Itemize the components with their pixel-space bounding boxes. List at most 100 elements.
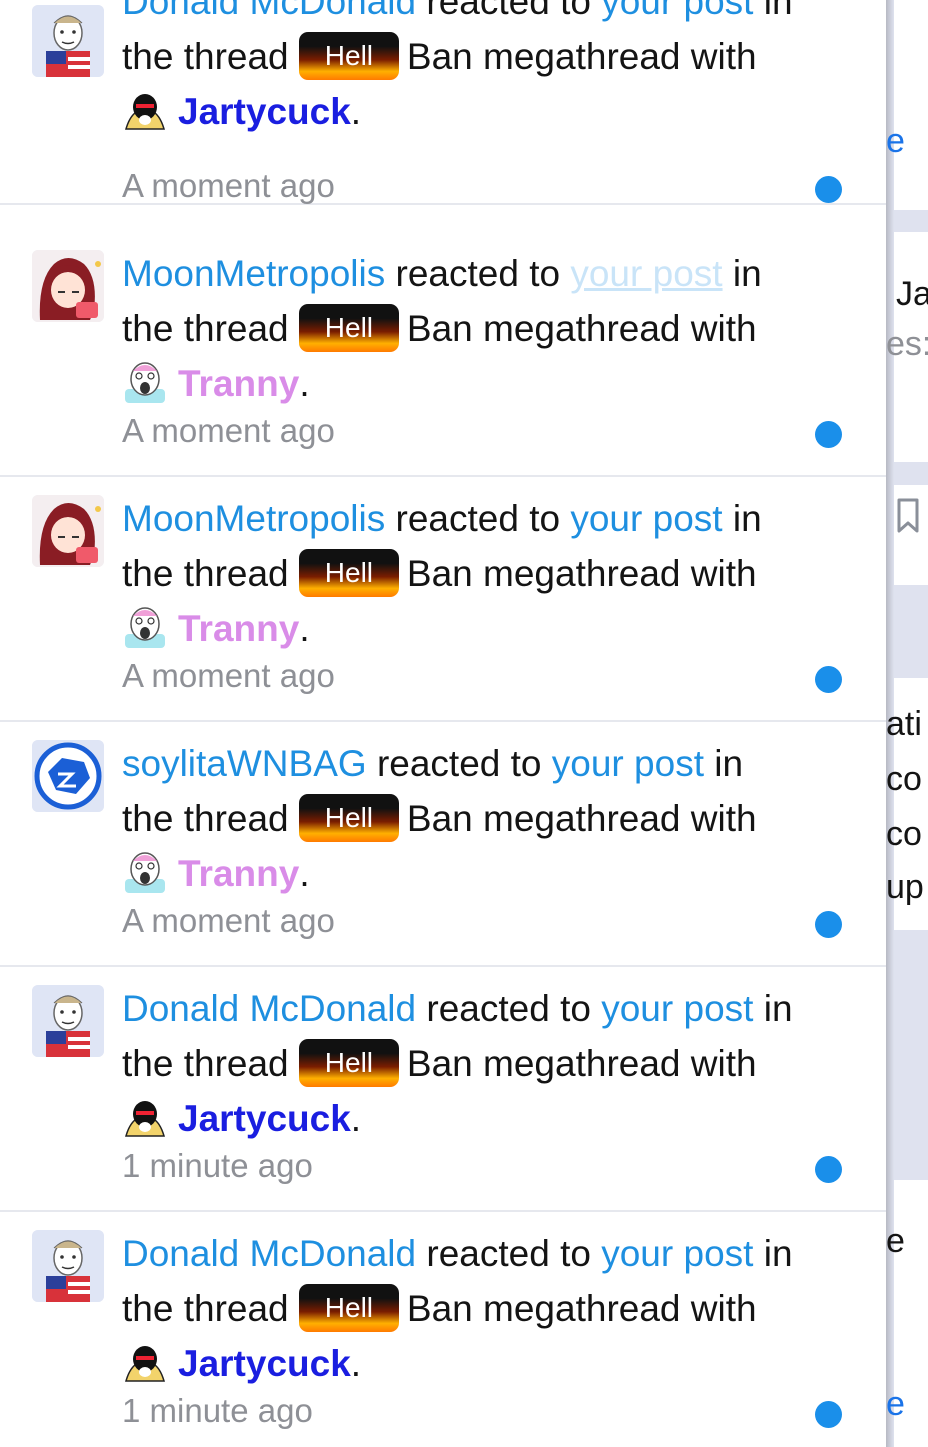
donald-avatar[interactable] (32, 985, 104, 1057)
username-link[interactable]: Donald McDonald (122, 988, 416, 1029)
reacted-text: reacted to (395, 498, 561, 539)
notification-item[interactable]: Donald McDonald reacted to your post in … (0, 967, 886, 1212)
notification-time: A moment ago (122, 412, 335, 449)
reacted-text: reacted to (426, 0, 591, 22)
username-link[interactable]: MoonMetropolis (122, 498, 385, 539)
username-link[interactable]: Donald McDonald (122, 1233, 416, 1274)
with-text: with (690, 798, 757, 839)
thread-prefix-hell[interactable]: Hell (298, 1284, 399, 1333)
thread-text: the thread (122, 798, 289, 839)
tranny-reaction-icon (125, 607, 165, 649)
unread-indicator-dot[interactable] (815, 421, 842, 448)
thread-text: the thread (122, 36, 289, 77)
unread-indicator-dot[interactable] (815, 911, 842, 938)
notification-text: soylitaWNBAG reacted to your post in the… (122, 736, 852, 901)
jartycuck-reaction-icon (125, 1346, 165, 1382)
notification-item[interactable]: Donald McDonald reacted to your post in … (0, 1212, 886, 1447)
in-text: in (732, 498, 762, 539)
with-text: with (690, 308, 757, 349)
notification-text: Donald McDonald reacted to your post in … (122, 1226, 852, 1391)
username-link[interactable]: Donald McDonald (122, 0, 416, 22)
unread-indicator-dot[interactable] (815, 1156, 842, 1183)
post-link[interactable]: your post (601, 0, 753, 22)
reacted-text: reacted to (376, 743, 542, 784)
post-link[interactable]: your post (552, 743, 704, 784)
unread-indicator-dot[interactable] (815, 1401, 842, 1428)
username-link[interactable]: MoonMetropolis (122, 253, 385, 294)
thread-text: the thread (122, 553, 289, 594)
reaction-name: Jartycuck (178, 1098, 351, 1139)
unread-indicator-dot[interactable] (815, 176, 842, 203)
thread-prefix-hell[interactable]: Hell (298, 794, 399, 843)
notification-time: A moment ago (122, 657, 335, 694)
background-text: co (886, 760, 922, 798)
period-text: . (350, 1343, 362, 1384)
background-text: e (886, 1222, 905, 1260)
moon-avatar[interactable] (32, 250, 104, 322)
notification-text: Donald McDonald reacted to your post in … (122, 0, 852, 139)
thread-title-link[interactable]: Ban megathread (407, 36, 681, 77)
in-text: in (763, 0, 793, 22)
tranny-reaction-icon (125, 852, 165, 894)
with-text: with (690, 1288, 757, 1329)
soylita-avatar[interactable] (32, 740, 104, 812)
with-text: with (690, 1043, 757, 1084)
notification-time: A moment ago (122, 902, 335, 939)
in-text: in (732, 253, 762, 294)
notification-item[interactable]: soylitaWNBAG reacted to your post in the… (0, 722, 886, 967)
reacted-text: reacted to (426, 1233, 591, 1274)
post-link[interactable]: your post (601, 988, 753, 1029)
reacted-text: reacted to (426, 988, 591, 1029)
background-card (894, 0, 928, 210)
notification-time: 1 minute ago (122, 1392, 313, 1429)
notifications-popup: Donald McDonald reacted to your post in … (0, 0, 886, 1447)
donald-avatar[interactable] (32, 1230, 104, 1302)
reaction-name: Tranny (178, 853, 300, 894)
thread-title-link[interactable]: Ban megathread (407, 553, 681, 594)
thread-prefix-hell[interactable]: Hell (298, 549, 399, 598)
notification-item[interactable]: MoonMetropolis reacted to your post in t… (0, 477, 886, 722)
reaction-name: Tranny (178, 608, 300, 649)
unread-indicator-dot[interactable] (815, 666, 842, 693)
notification-text: MoonMetropolis reacted to your post in t… (122, 246, 852, 411)
in-text: in (763, 988, 793, 1029)
background-text: Ja (896, 275, 928, 313)
background-text: co (886, 815, 922, 853)
moon-avatar[interactable] (32, 495, 104, 567)
thread-text: the thread (122, 1043, 289, 1084)
thread-prefix-hell[interactable]: Hell (298, 32, 399, 81)
background-page: e Ja es: ati co co up e e (886, 0, 928, 1447)
post-link[interactable]: your post (570, 498, 722, 539)
thread-prefix-hell[interactable]: Hell (298, 1039, 399, 1088)
post-link[interactable]: your post (570, 253, 722, 294)
background-text: up (886, 868, 924, 906)
thread-prefix-hell[interactable]: Hell (298, 304, 399, 353)
jartycuck-reaction-icon (125, 94, 165, 130)
background-text: e (886, 122, 905, 160)
with-text: with (690, 553, 757, 594)
notification-item[interactable]: Donald McDonald reacted to your post in … (0, 0, 886, 205)
thread-text: the thread (122, 308, 289, 349)
thread-title-link[interactable]: Ban megathread (407, 308, 681, 349)
notification-text: MoonMetropolis reacted to your post in t… (122, 491, 852, 656)
username-link[interactable]: soylitaWNBAG (122, 743, 367, 784)
period-text: . (350, 1098, 362, 1139)
notification-item[interactable]: MoonMetropolis reacted to your post in t… (0, 232, 886, 477)
post-link[interactable]: your post (601, 1233, 753, 1274)
notification-time: A moment ago (122, 167, 335, 204)
background-text: ati (886, 705, 922, 743)
tranny-reaction-icon (125, 362, 165, 404)
background-text: e (886, 1385, 905, 1423)
thread-text: the thread (122, 1288, 289, 1329)
reaction-name: Tranny (178, 363, 300, 404)
in-text: in (763, 1233, 793, 1274)
thread-title-link[interactable]: Ban megathread (407, 798, 681, 839)
period-text: . (299, 853, 310, 894)
bookmark-icon[interactable] (896, 497, 920, 535)
thread-title-link[interactable]: Ban megathread (407, 1288, 681, 1329)
thread-title-link[interactable]: Ban megathread (407, 1043, 681, 1084)
notification-time: 1 minute ago (122, 1147, 313, 1184)
period-text: . (299, 608, 310, 649)
notification-text: Donald McDonald reacted to your post in … (122, 981, 852, 1146)
donald-avatar[interactable] (32, 5, 104, 77)
